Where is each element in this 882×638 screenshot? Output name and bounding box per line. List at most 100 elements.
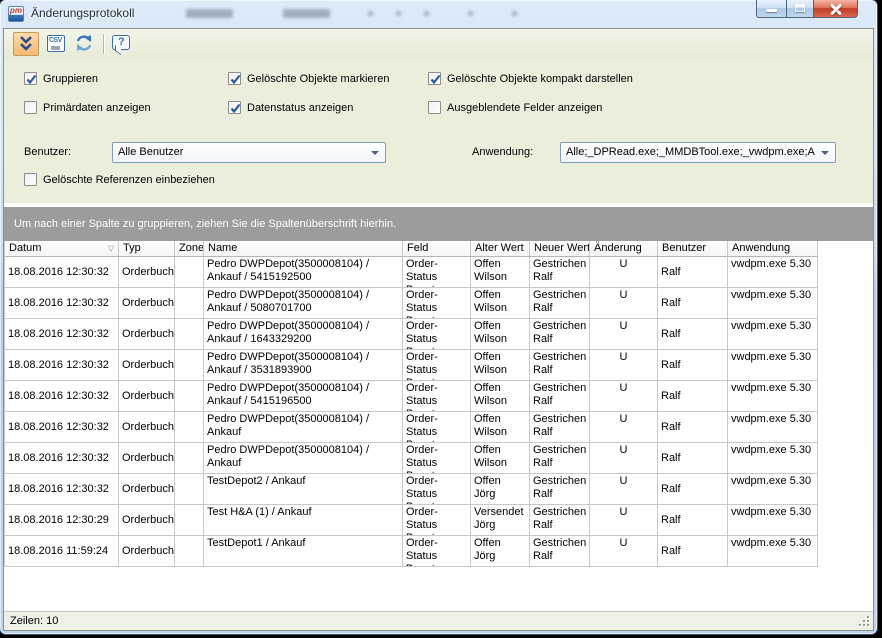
table-row[interactable]: 18.08.2016 12:30:32Orderbuch Pedro DWPDep…: [5, 319, 818, 350]
cell-anwendung: vwdpm.exe 5.30: [728, 319, 818, 350]
cell-änderung: U: [590, 474, 658, 505]
cell-änderung: U: [590, 319, 658, 350]
checkbox-gelöschte-referenzen-einbeziehen[interactable]: Gelöschte Referenzen einbeziehen: [24, 173, 215, 186]
table-row[interactable]: 18.08.2016 12:30:29OrderbuchTest H&A (1)…: [5, 505, 818, 536]
cell-benutzer: Ralf: [658, 412, 728, 443]
expand-options-button[interactable]: [13, 32, 39, 56]
column-header-label: Zone: [179, 242, 204, 254]
benutzer-select[interactable]: Alle Benutzer: [112, 142, 386, 163]
cell-anwendung: vwdpm.exe 5.30: [728, 381, 818, 412]
cell-alter-wert: Offen Jörg: [471, 474, 530, 505]
cell-datum: 18.08.2016 12:30:29: [5, 505, 119, 536]
table-row[interactable]: 18.08.2016 12:30:32OrderbuchPedro DWPDep…: [5, 412, 818, 443]
cell-zone: [175, 257, 204, 288]
column-header-feld[interactable]: Feld: [403, 241, 471, 257]
checkbox-checked-icon[interactable]: [228, 101, 241, 114]
refresh-button[interactable]: [72, 32, 98, 56]
close-icon: [830, 3, 842, 15]
cell-änderung: U: [590, 443, 658, 474]
cell-neuer-wert: Gestrichen Ralf: [530, 536, 590, 567]
cell-benutzer: Ralf: [658, 505, 728, 536]
checkbox-primärdaten-anzeigen[interactable]: Primärdaten anzeigen: [24, 101, 151, 114]
column-header-label: Feld: [407, 242, 428, 254]
cell-alter-wert: Offen Wilson: [471, 350, 530, 381]
checkbox-gruppieren[interactable]: Gruppieren: [24, 72, 98, 85]
cell-alter-wert: Offen Wilson: [471, 412, 530, 443]
toolbar-separator: [103, 34, 104, 54]
table-row[interactable]: 18.08.2016 12:30:32OrderbuchPedro DWPDep…: [5, 288, 818, 319]
checkbox-unchecked-icon[interactable]: [24, 101, 37, 114]
checkbox-checked-icon[interactable]: [428, 72, 441, 85]
table-row[interactable]: 18.08.2016 12:30:32OrderbuchTestDepot2 /…: [5, 474, 818, 505]
checkbox-checked-icon[interactable]: [24, 72, 37, 85]
cell-zone: [175, 412, 204, 443]
checkbox-datenstatus-anzeigen[interactable]: Datenstatus anzeigen: [228, 101, 353, 114]
column-header-name[interactable]: Name: [204, 241, 403, 257]
status-bar: Zeilen: 10: [4, 611, 873, 630]
chevron-down-icon: [821, 151, 829, 155]
export-csv-button[interactable]: CSV: [44, 32, 70, 56]
cell-zone: [175, 350, 204, 381]
column-header-zone[interactable]: Zone: [175, 241, 204, 257]
cell-datum: 18.08.2016 12:30:32: [5, 257, 119, 288]
help-button[interactable]: ?: [109, 32, 135, 56]
checkbox-unchecked-icon[interactable]: [428, 101, 441, 114]
anwendung-select[interactable]: Alle;_DPRead.exe;_MMDBTool.exe;_vwdpm.ex…: [560, 142, 836, 163]
column-header-label: Anwendung: [732, 242, 790, 254]
checkbox-gelöschte-objekte-kompakt-darstellen[interactable]: Gelöschte Objekte kompakt darstellen: [428, 72, 633, 85]
cell-name: TestDepot1 / Ankauf: [204, 536, 403, 567]
row-count-label: Zeilen: 10: [10, 615, 58, 627]
cell-anwendung: vwdpm.exe 5.30: [728, 288, 818, 319]
table-body: 18.08.2016 12:30:32OrderbuchPedro DWPDep…: [4, 257, 818, 567]
table-row[interactable]: 18.08.2016 12:30:32OrderbuchPedro DWPDep…: [5, 257, 818, 288]
table-row[interactable]: 18.08.2016 12:30:32OrderbuchPedro DWPDep…: [5, 350, 818, 381]
column-header-benutzer[interactable]: Benutzer: [658, 241, 728, 257]
resize-grip[interactable]: [858, 615, 871, 628]
cell-name: Pedro DWPDepot(3500008104) / Ankauf / 50…: [204, 288, 403, 319]
cell-typ: Orderbuch: [119, 350, 175, 381]
checkbox-gelöschte-objekte-markieren[interactable]: Gelöschte Objekte markieren: [228, 72, 389, 85]
group-by-bar[interactable]: Um nach einer Spalte zu gruppieren, zieh…: [4, 207, 873, 241]
titlebar-blur-artifact: [186, 9, 233, 18]
cell-typ: Orderbuch: [119, 412, 175, 443]
table-row[interactable]: 18.08.2016 11:59:24OrderbuchTestDepot1 /…: [5, 536, 818, 567]
column-header-änderung[interactable]: Änderung: [590, 241, 658, 257]
cell-änderung: U: [590, 412, 658, 443]
csv-file-icon: CSV: [47, 35, 65, 52]
cell-zone: [175, 443, 204, 474]
cell-benutzer: Ralf: [658, 443, 728, 474]
column-header-typ[interactable]: Typ: [119, 241, 175, 257]
cell-neuer-wert: Gestrichen Ralf: [530, 474, 590, 505]
cell-feld: Order-Status Benutzer: [403, 536, 471, 567]
column-header-neuer-wert[interactable]: Neuer Wert: [530, 241, 590, 257]
cell-feld: Order-Status Benutzer: [403, 474, 471, 505]
window-content: CSV ? Benutzer: Alle Benutzer: [3, 28, 874, 631]
cell-name: Pedro DWPDepot(3500008104) / Ankauf / 54…: [204, 257, 403, 288]
cell-datum: 18.08.2016 12:30:32: [5, 319, 119, 350]
titlebar-blur-artifact: [424, 11, 429, 16]
table-row[interactable]: 18.08.2016 12:30:32OrderbuchPedro DWPDep…: [5, 381, 818, 412]
minimize-button[interactable]: [756, 0, 786, 18]
checkbox-ausgeblendete-felder-anzeigen[interactable]: Ausgeblendete Felder anzeigen: [428, 101, 602, 114]
cell-typ: Orderbuch: [119, 443, 175, 474]
sort-descending-icon: ▽: [108, 242, 114, 256]
checkbox-label: Gelöschte Referenzen einbeziehen: [43, 174, 215, 186]
cell-name: Pedro DWPDepot(3500008104) / Ankauf / 16…: [204, 319, 403, 350]
column-header-label: Neuer Wert: [534, 242, 590, 254]
cell-typ: Orderbuch: [119, 381, 175, 412]
cell-typ: Orderbuch: [119, 319, 175, 350]
titlebar-blur-artifact: [283, 9, 330, 18]
cell-neuer-wert: Gestrichen Ralf: [530, 381, 590, 412]
column-header-alter-wert[interactable]: Alter Wert: [471, 241, 530, 257]
cell-benutzer: Ralf: [658, 288, 728, 319]
checkbox-checked-icon[interactable]: [228, 72, 241, 85]
close-button[interactable]: [814, 0, 858, 18]
column-header-anwendung[interactable]: Anwendung: [728, 241, 818, 257]
table-row[interactable]: 18.08.2016 12:30:32OrderbuchPedro DWPDep…: [5, 443, 818, 474]
title-bar[interactable]: pm Änderungsprotokoll: [0, 0, 877, 28]
app-icon: pm: [8, 6, 24, 22]
checkbox-unchecked-icon[interactable]: [24, 173, 37, 186]
column-header-datum[interactable]: Datum▽: [5, 241, 119, 257]
maximize-button[interactable]: [786, 0, 814, 18]
cell-benutzer: Ralf: [658, 257, 728, 288]
